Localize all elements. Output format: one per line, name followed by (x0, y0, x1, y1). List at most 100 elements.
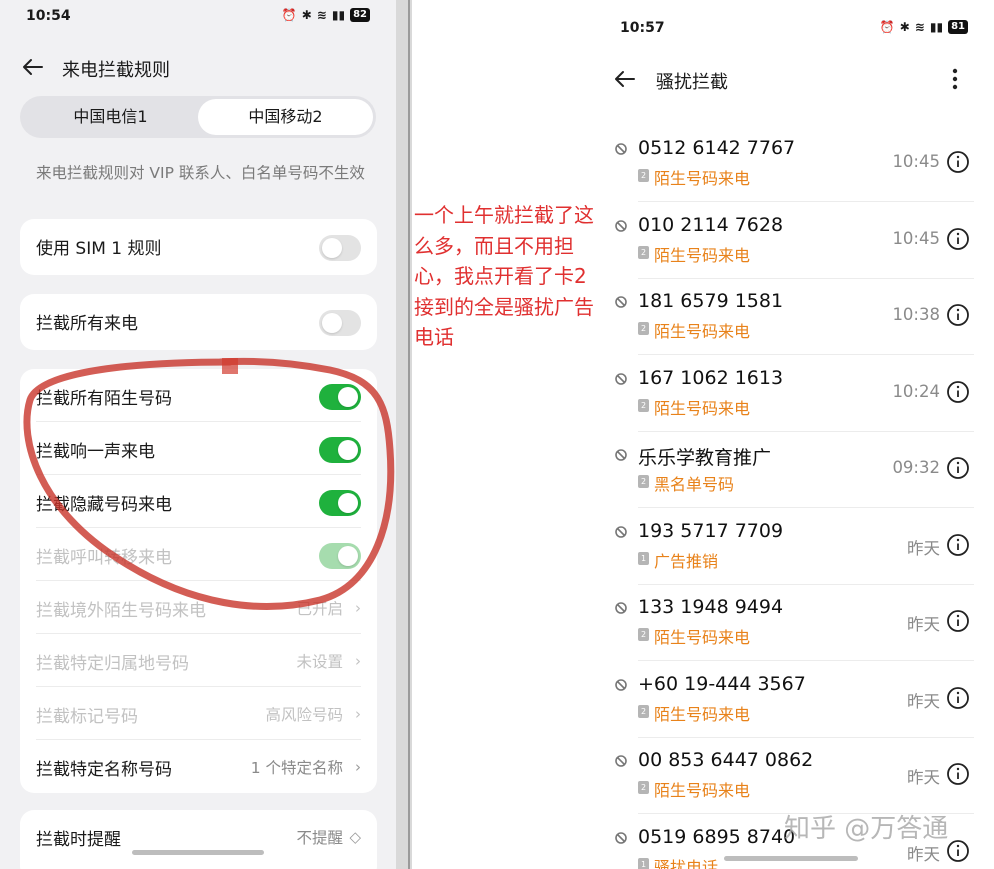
row-label: 拦截境外陌生号码来电 (36, 601, 206, 621)
row-block-hidden[interactable]: 拦截隐藏号码来电 (20, 475, 377, 528)
tab-sim1[interactable]: 中国电信1 (23, 99, 198, 135)
block-icon (615, 372, 627, 385)
sim-icon: 2 (638, 628, 649, 641)
sim-icon: 2 (638, 245, 649, 259)
bluetooth-icon: ✱ (899, 20, 910, 34)
toggle-block-one-ring[interactable] (319, 437, 361, 463)
toggle-block-strangers[interactable] (319, 384, 361, 410)
call-row[interactable]: 133 1948 9494 2 陌生号码来电 昨天 (594, 585, 994, 661)
sim-icon: 2 (638, 398, 649, 412)
call-row[interactable]: 乐乐学教育推广 2 黑名单号码 09:32 (594, 432, 994, 508)
home-indicator (724, 856, 858, 861)
card-reminder: 拦截时提醒 不提醒 ◇ (20, 810, 377, 869)
row-block-forwarded[interactable]: 拦截呼叫转移来电 (20, 528, 377, 581)
toggle-use-sim1[interactable] (319, 235, 361, 261)
chevron-updown-icon: ◇ (349, 828, 361, 846)
toggle-block-forwarded[interactable] (319, 543, 361, 569)
back-arrow-icon[interactable] (612, 66, 638, 92)
signal-icon: ▮▮ (929, 20, 944, 34)
row-label: 使用 SIM 1 规则 (36, 239, 162, 259)
sim-icon: 2 (638, 781, 649, 794)
block-icon (615, 678, 627, 691)
row-block-marked[interactable]: 拦截标记号码 高风险号码 › (20, 687, 377, 740)
call-time: 09:32 (892, 458, 940, 477)
row-block-overseas[interactable]: 拦截境外陌生号码来电 已开启 › (20, 581, 377, 634)
sim-icon: 1 (638, 551, 649, 565)
call-row[interactable]: 181 6579 1581 2 陌生号码来电 10:38 (594, 279, 994, 355)
call-row[interactable]: +60 19-444 3567 2 陌生号码来电 昨天 (594, 662, 994, 738)
caller-number: 00 853 6447 0862 (638, 749, 814, 771)
info-icon[interactable] (946, 762, 970, 786)
call-row[interactable]: 00 853 6447 0862 2 陌生号码来电 昨天 (594, 738, 994, 814)
chevron-right-icon: › (355, 705, 361, 723)
row-label: 拦截所有来电 (36, 314, 138, 334)
row-label: 拦截呼叫转移来电 (36, 548, 172, 568)
info-icon[interactable] (946, 380, 970, 404)
chevron-right-icon: › (355, 758, 361, 776)
info-icon[interactable] (946, 609, 970, 633)
info-icon[interactable] (946, 686, 970, 710)
row-label: 拦截隐藏号码来电 (36, 495, 172, 515)
row-use-sim1-rule[interactable]: 使用 SIM 1 规则 (20, 219, 377, 275)
row-label: 拦截响一声来电 (36, 442, 155, 462)
row-value: 不提醒 (296, 829, 343, 847)
left-screen: 10:54 ⏰ ✱ ≋ ▮▮ 82 来电拦截规则 中国电信1 中国移动2 来电拦… (0, 0, 396, 869)
status-bar: 10:54 ⏰ ✱ ≋ ▮▮ 82 (0, 0, 396, 34)
call-row[interactable]: 0512 6142 7767 2 陌生号码来电 10:45 (594, 126, 994, 202)
sim-tab-switcher: 中国电信1 中国移动2 (20, 96, 376, 138)
more-vert-icon[interactable] (950, 66, 960, 92)
row-block-all[interactable]: 拦截所有来电 (20, 294, 377, 350)
row-label: 拦截特定名称号码 (36, 760, 172, 780)
alarm-icon: ⏰ (281, 8, 297, 22)
call-tag: 陌生号码来电 (654, 245, 751, 265)
sim-icon: 2 (638, 475, 649, 488)
row-label: 拦截时提醒 (36, 830, 121, 850)
card-block-all: 拦截所有来电 (20, 294, 377, 350)
block-icon (615, 296, 627, 308)
call-tag: 陌生号码来电 (654, 628, 751, 647)
row-value: 已开启 (296, 600, 343, 618)
sim-icon: 2 (638, 322, 649, 335)
info-icon[interactable] (946, 303, 970, 327)
block-icon (615, 602, 627, 614)
status-bar: 10:57 ⏰ ✱ ≋ ▮▮ 81 (594, 8, 994, 42)
toggle-block-hidden[interactable] (319, 490, 361, 516)
call-time: 10:38 (892, 305, 940, 324)
divider (396, 0, 412, 869)
right-screen: 10:57 ⏰ ✱ ≋ ▮▮ 81 骚扰拦截 0512 6142 7767 2 陌生… (594, 8, 994, 869)
info-icon[interactable] (946, 533, 970, 557)
row-block-region[interactable]: 拦截特定归属地号码 未设置 › (20, 634, 377, 687)
tab-sim2[interactable]: 中国移动2 (198, 99, 373, 135)
row-label: 拦截特定归属地号码 (36, 654, 189, 674)
back-arrow-icon[interactable] (20, 54, 46, 80)
call-tag: 陌生号码来电 (654, 169, 751, 188)
row-block-strangers[interactable]: 拦截所有陌生号码 (20, 369, 377, 422)
block-icon (615, 143, 627, 155)
info-icon[interactable] (946, 227, 970, 251)
page-title: 来电拦截规则 (62, 60, 170, 81)
call-row[interactable]: 193 5717 7709 1 广告推销 昨天 (594, 509, 994, 585)
info-icon[interactable] (946, 150, 970, 174)
call-time: 昨天 (907, 538, 940, 558)
call-tag: 陌生号码来电 (654, 781, 751, 800)
call-row[interactable]: 010 2114 7628 2 陌生号码来电 10:45 (594, 203, 994, 279)
info-icon[interactable] (946, 839, 970, 863)
caller-number: 193 5717 7709 (638, 519, 784, 542)
caller-number: 133 1948 9494 (638, 596, 784, 618)
row-reminder[interactable]: 拦截时提醒 不提醒 ◇ (20, 810, 377, 863)
page-title: 骚扰拦截 (656, 72, 728, 93)
row-value: 高风险号码 (265, 706, 343, 724)
call-time: 昨天 (907, 768, 940, 787)
call-row[interactable]: 167 1062 1613 2 陌生号码来电 10:24 (594, 356, 994, 432)
bluetooth-icon: ✱ (301, 8, 312, 22)
row-block-named[interactable]: 拦截特定名称号码 1 个特定名称 › (20, 740, 377, 793)
call-time: 昨天 (907, 615, 940, 634)
toggle-block-all[interactable] (319, 310, 361, 336)
signal-icon: ▮▮ (331, 8, 346, 22)
call-time: 昨天 (907, 691, 940, 711)
row-value: 1 个特定名称 (250, 759, 343, 777)
info-icon[interactable] (946, 456, 970, 480)
row-block-one-ring[interactable]: 拦截响一声来电 (20, 422, 377, 475)
row-label: 拦截所有陌生号码 (36, 389, 172, 409)
chevron-right-icon: › (355, 652, 361, 670)
